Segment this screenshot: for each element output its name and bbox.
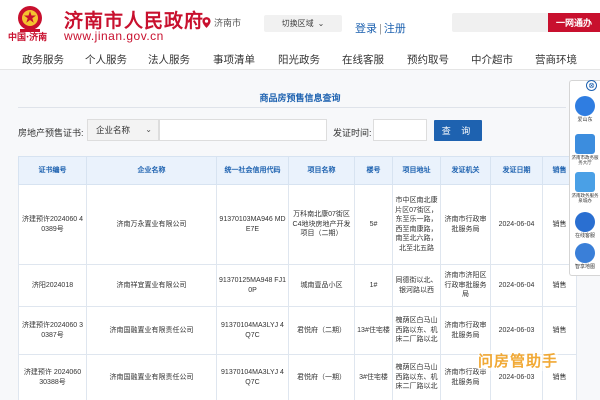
- nav-item-gov-service[interactable]: 政务服务: [22, 52, 64, 67]
- cell-building: 5#: [354, 184, 393, 265]
- col-header-authority: 发证机关: [440, 156, 491, 185]
- float-item-label: 爱山东: [577, 117, 593, 123]
- cell-company: 济南祥宜置业有限公司: [86, 264, 217, 307]
- cell-address: 同德街以北、银河路以西: [392, 264, 441, 307]
- cell-project: 城南壹品小区: [288, 264, 355, 307]
- one-stop-service-button[interactable]: 一网通办: [548, 13, 600, 32]
- switch-region-button[interactable]: 切换区域 ⌄: [264, 15, 342, 32]
- nav-item-open-gov[interactable]: 阳光政务: [278, 52, 320, 67]
- keyword-input[interactable]: [159, 119, 327, 141]
- float-item-aishandong[interactable]: 爱山东: [571, 96, 599, 123]
- cell-building: 1#: [354, 264, 393, 307]
- watermark: 问房管助手: [478, 350, 559, 371]
- cell-company: 济南国融置业有限责任公司: [86, 354, 217, 400]
- cell-authority: 济南市行政审批服务局: [440, 306, 491, 355]
- nav-item-online-support[interactable]: 在线客服: [342, 52, 384, 67]
- login-link[interactable]: 登录: [355, 23, 377, 35]
- cell-building: 13#住宅楼: [354, 306, 393, 355]
- aishandong-icon: [575, 96, 595, 116]
- chevron-down-icon: ⌄: [145, 125, 152, 134]
- location-pin-icon: [202, 17, 211, 28]
- col-header-issue-date: 发证日期: [490, 156, 543, 185]
- site-url: www.jinan.gov.cn: [64, 29, 164, 43]
- cell-address: 槐荫区白马山西路以东、机床二厂路以北: [392, 306, 441, 355]
- search-field-value: 企业名称: [96, 125, 131, 135]
- auth-separator: |: [379, 23, 382, 35]
- location-indicator[interactable]: 济南市: [202, 16, 241, 29]
- switch-region-label: 切换区域: [281, 19, 314, 28]
- site-header: 中国·济南 济南市人民政府 www.jinan.gov.cn 济南市 切换区域 …: [0, 0, 600, 46]
- col-header-credit-code: 统一社会信用代码: [216, 156, 289, 185]
- close-icon[interactable]: ⊗: [586, 80, 597, 91]
- float-item-label: 济南政务服务泉城办: [571, 193, 599, 203]
- float-item-service-hall[interactable]: 济南市政务服务大厅: [571, 134, 599, 165]
- cell-issue-date: 2024-06-04: [490, 264, 543, 307]
- cell-project: 万科南北康07街区C4地块房地产开发项目（二期）: [288, 184, 355, 265]
- cell-project: 君悦府（一期）: [288, 354, 355, 400]
- cell-address: 市中区南北康片区07街区，东至乐一路，西至南康路，南至北六路，北至北五路: [392, 184, 441, 265]
- cell-cert-no: 济建预许 2024060 30388号: [18, 354, 87, 400]
- map-icon: [575, 243, 595, 263]
- cell-cert-no: 济建预许2024060 30387号: [18, 306, 87, 355]
- cell-credit-code: 91370103MA946 MDE7E: [216, 184, 289, 265]
- main-nav: 政务服务 个人服务 法人服务 事项清单 阳光政务 在线客服 预约取号 中介超市 …: [0, 48, 600, 68]
- float-item-customer-service[interactable]: 在线客服: [571, 212, 599, 239]
- service-hall-icon: [575, 134, 595, 154]
- cell-authority: 济南市行政审批服务局: [440, 184, 491, 265]
- float-item-label: 在线客服: [574, 233, 595, 239]
- quancheng-icon: [575, 172, 595, 192]
- auth-links: 登录 | 注册: [355, 20, 406, 36]
- issue-date-label: 发证时间:: [333, 128, 372, 138]
- float-item-label: 济南市政务服务大厅: [571, 155, 599, 165]
- table-row[interactable]: 济建预许2024060 30387号 济南国融置业有限责任公司 91370104…: [18, 306, 577, 355]
- cell-sales[interactable]: 销售: [542, 306, 577, 355]
- nav-item-corporate[interactable]: 法人服务: [148, 52, 190, 67]
- col-header-cert-no: 证书编号: [18, 156, 87, 185]
- float-item-quancheng[interactable]: 济南政务服务泉城办: [571, 172, 599, 203]
- city-logo-text: 中国·济南: [8, 33, 48, 43]
- float-item-map[interactable]: 智享地图: [571, 243, 599, 270]
- cell-credit-code: 91370104MA3LYJ 4Q7C: [216, 354, 289, 400]
- customer-service-icon: [575, 212, 595, 232]
- col-header-project: 项目名称: [288, 156, 355, 185]
- cell-company: 济南万永置业有限公司: [86, 184, 217, 265]
- float-item-label: 智享地图: [574, 264, 595, 270]
- cell-issue-date: 2024-06-03: [490, 306, 543, 355]
- cell-issue-date: 2024-06-04: [490, 184, 543, 265]
- nav-item-business-env[interactable]: 营商环境: [535, 52, 577, 67]
- table-header-row: 证书编号 企业名称 统一社会信用代码 项目名称 楼号 项目地址 发证机关 发证日…: [18, 156, 577, 185]
- nav-item-item-list[interactable]: 事项清单: [213, 52, 255, 67]
- cell-credit-code: 91370125MA948 FJ10P: [216, 264, 289, 307]
- certificate-filter-label: 房地产预售证书:: [18, 128, 84, 138]
- cell-company: 济南国融置业有限责任公司: [86, 306, 217, 355]
- title-divider: [18, 107, 566, 108]
- register-link[interactable]: 注册: [384, 23, 406, 35]
- query-button[interactable]: 查 询: [434, 120, 482, 141]
- location-label: 济南市: [214, 18, 242, 28]
- nav-item-appointment[interactable]: 预约取号: [407, 52, 449, 67]
- issue-date-input[interactable]: [373, 119, 427, 141]
- header-search-input[interactable]: [452, 13, 548, 32]
- col-header-company: 企业名称: [86, 156, 217, 185]
- cell-credit-code: 91370104MA3LYJ 4Q7C: [216, 306, 289, 355]
- nav-item-personal[interactable]: 个人服务: [85, 52, 127, 67]
- nav-item-agency-market[interactable]: 中介超市: [471, 52, 513, 67]
- col-header-address: 项目地址: [392, 156, 441, 185]
- cell-project: 君悦府（二期）: [288, 306, 355, 355]
- table-row[interactable]: 济建预许2024060 40389号 济南万永置业有限公司 91370103MA…: [18, 184, 577, 265]
- chevron-down-icon: ⌄: [317, 19, 325, 28]
- cell-cert-no: 济建预许2024060 40389号: [18, 184, 87, 265]
- cell-address: 槐荫区白马山西路以东、机床二厂路以北: [392, 354, 441, 400]
- cell-authority: 济南市济阳区行政审批服务局: [440, 264, 491, 307]
- col-header-building: 楼号: [354, 156, 393, 185]
- table-row[interactable]: 济阳2024018 济南祥宜置业有限公司 91370125MA948 FJ10P…: [18, 264, 577, 307]
- page-title: 商品房预售信息查询: [259, 93, 341, 103]
- cell-building: 3#住宅楼: [354, 354, 393, 400]
- search-field-select[interactable]: 企业名称 ⌄: [87, 119, 159, 141]
- cell-cert-no: 济阳2024018: [18, 264, 87, 307]
